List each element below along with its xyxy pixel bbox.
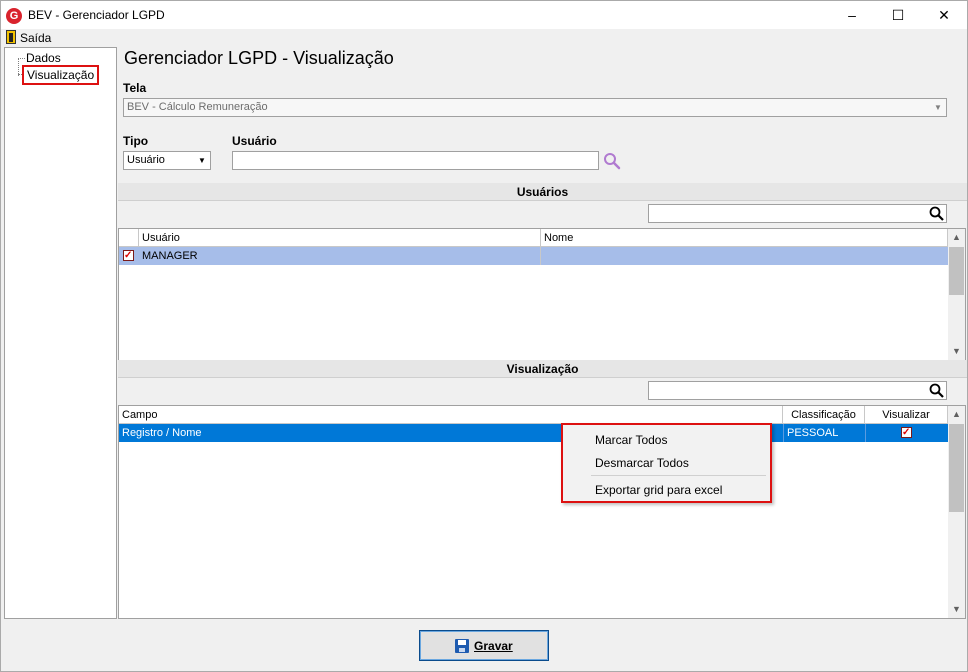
usuarios-search-input[interactable] [648,204,947,223]
visualizacao-grid-header: Campo Classificação Visualizar [119,406,948,424]
classificacao-cell: PESSOAL [783,424,865,442]
search-icon [929,206,944,221]
menu-bar: Saída [1,29,967,47]
column-header-classificacao[interactable]: Classificação [783,406,865,424]
usuario-label: Usuário [232,134,277,148]
menu-item-desmarcar-todos[interactable]: Desmarcar Todos [595,456,689,470]
tela-value: BEV - Cálculo Remuneração [127,101,268,113]
app-window: G BEV - Gerenciador LGPD – ☐ ✕ Saída Dad… [0,0,968,672]
checkbox-icon[interactable] [901,424,912,442]
minimize-button[interactable]: – [829,1,875,29]
save-button-label: Gravar [474,639,513,653]
scroll-thumb[interactable] [949,424,964,512]
scroll-thumb[interactable] [949,247,964,295]
tree-item-visualizacao[interactable]: Visualização [22,65,100,85]
table-row[interactable]: MANAGER [119,247,948,265]
search-icon [929,383,944,398]
menu-separator [591,475,766,476]
navigation-tree: Dados Visualização [4,47,117,619]
grid-context-menu: Marcar Todos Desmarcar Todos Exportar gr… [561,423,772,503]
usuario-search-button[interactable] [602,151,622,171]
save-button[interactable]: Gravar [419,630,549,661]
tree-item-dados[interactable]: Dados [26,51,61,65]
column-header-nome[interactable]: Nome [541,229,948,247]
maximize-button[interactable]: ☐ [875,1,921,29]
usuarios-search-button[interactable] [928,205,945,222]
exit-menu-label: Saída [20,31,52,45]
nome-cell [541,247,948,265]
scroll-up-icon[interactable]: ▲ [948,406,965,423]
scroll-up-icon[interactable]: ▲ [948,229,965,246]
tree-connector [18,58,25,59]
tela-label: Tela [123,81,147,95]
menu-item-exportar-excel[interactable]: Exportar grid para excel [595,483,722,497]
title-bar: G BEV - Gerenciador LGPD – ☐ ✕ [1,1,967,29]
table-row[interactable]: Registro / Nome PESSOAL [119,424,948,442]
usuarios-vertical-scrollbar[interactable]: ▲ ▼ [948,229,965,360]
usuario-input[interactable] [232,151,599,170]
column-header-campo[interactable]: Campo [119,406,783,424]
scroll-down-icon[interactable]: ▼ [948,601,965,618]
usuario-cell: MANAGER [139,247,541,265]
exit-door-icon [6,30,16,44]
magnifier-icon [604,153,621,170]
floppy-disk-icon [455,639,469,653]
close-button[interactable]: ✕ [921,1,967,29]
chevron-down-icon: ▼ [198,156,206,165]
exit-menu-item[interactable]: Saída [1,29,61,47]
usuarios-grid[interactable]: Usuário Nome MANAGER ▲ ▼ [118,228,966,361]
usuarios-section-header: Usuários [118,183,967,201]
checkbox-icon[interactable] [123,247,134,265]
tipo-label: Tipo [123,134,149,148]
visualizacao-grid[interactable]: Campo Classificação Visualizar Registro … [118,405,966,619]
menu-item-marcar-todos[interactable]: Marcar Todos [595,433,667,447]
visualizar-cell [865,424,948,442]
tipo-value: Usuário [127,154,165,166]
visualizacao-vertical-scrollbar[interactable]: ▲ ▼ [948,406,965,618]
app-logo-icon: G [6,8,22,24]
visualizacao-section-header: Visualização [118,360,967,378]
visualizacao-search-input[interactable] [648,381,947,400]
usuarios-grid-header: Usuário Nome [119,229,948,247]
checkbox-column-header [119,229,139,247]
scroll-down-icon[interactable]: ▼ [948,343,965,360]
column-header-visualizar[interactable]: Visualizar [865,406,948,424]
tipo-select[interactable]: Usuário ▼ [123,151,211,170]
visualizacao-search-button[interactable] [928,382,945,399]
column-header-usuario[interactable]: Usuário [139,229,541,247]
window-title: BEV - Gerenciador LGPD [28,8,165,22]
tela-combobox[interactable]: BEV - Cálculo Remuneração ▼ [123,98,947,117]
page-title: Gerenciador LGPD - Visualização [124,48,394,68]
chevron-down-icon: ▼ [934,103,942,112]
